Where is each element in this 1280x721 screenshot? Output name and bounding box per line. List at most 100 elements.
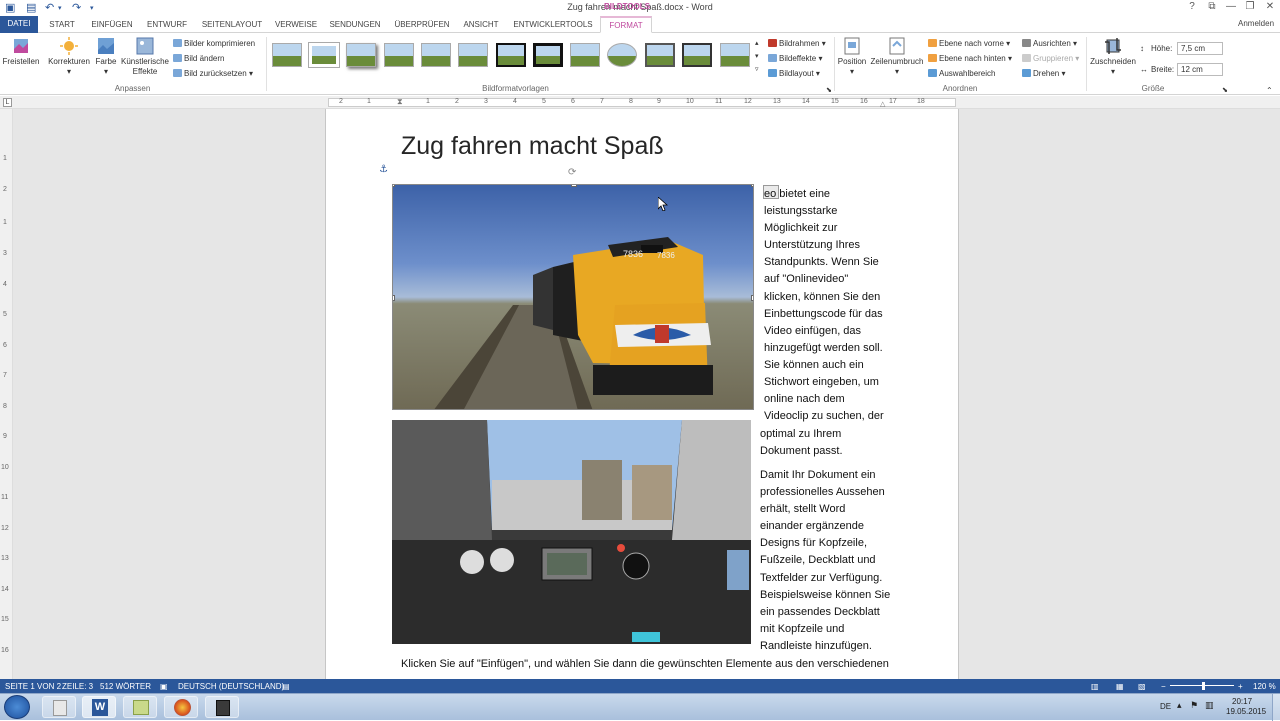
breite-input[interactable]: 12 cm bbox=[1177, 63, 1223, 76]
ebene-nach-hinten-button[interactable]: Ebene nach hinten ▾ bbox=[928, 53, 1012, 64]
picture-style-thumb[interactable] bbox=[533, 43, 563, 67]
tray-expand-icon[interactable]: ▴ bbox=[1177, 700, 1182, 711]
status-language[interactable]: DEUTSCH (DEUTSCHLAND) bbox=[178, 682, 284, 691]
print-layout-icon[interactable]: ▦ bbox=[1116, 682, 1124, 691]
bildrahmen-button[interactable]: Bildrahmen ▾ bbox=[768, 38, 826, 49]
read-mode-icon[interactable]: ▥ bbox=[1091, 682, 1099, 691]
status-line[interactable]: ZEILE: 3 bbox=[62, 682, 93, 691]
minimize-button[interactable]: — bbox=[1222, 1, 1240, 12]
picture-style-thumb[interactable] bbox=[421, 43, 451, 67]
paragraph-einfuegen[interactable]: Klicken Sie auf "Einfügen", und wählen S… bbox=[401, 656, 889, 673]
tab-entwurf[interactable]: ENTWURF bbox=[142, 18, 192, 33]
tab-ueberpruefen[interactable]: ÜBERPRÜFEN bbox=[390, 18, 454, 33]
resize-handle[interactable] bbox=[393, 185, 395, 187]
macro-record-icon[interactable]: ▤ bbox=[282, 682, 290, 691]
size-dialog-launcher-icon[interactable]: ⬊ bbox=[1222, 85, 1228, 96]
tab-format[interactable]: FORMAT bbox=[600, 16, 652, 33]
network-icon[interactable]: ▥ bbox=[1205, 700, 1214, 711]
zoom-out-icon[interactable]: − bbox=[1161, 682, 1166, 691]
show-desktop-button[interactable] bbox=[1272, 694, 1280, 721]
picture-style-thumb[interactable] bbox=[496, 43, 526, 67]
gruppieren-button[interactable]: Gruppieren ▾ bbox=[1022, 53, 1079, 64]
tab-sendungen[interactable]: SENDUNGEN bbox=[324, 18, 386, 33]
clock-date[interactable]: 19.05.2015 bbox=[1226, 707, 1266, 716]
right-indent-marker-icon[interactable]: △ bbox=[880, 100, 885, 108]
taskbar-recorder[interactable] bbox=[205, 696, 239, 718]
kuenstlerische-effekte-button[interactable]: Künstlerische Effekte bbox=[120, 37, 170, 77]
paragraph-video[interactable]: eo bietet eine leistungsstarke Möglichke… bbox=[764, 186, 884, 425]
gallery-more-icon[interactable]: ▿ bbox=[755, 64, 759, 75]
rotate-handle-icon[interactable]: ⟳ bbox=[568, 167, 576, 178]
tab-verweise[interactable]: VERWEISE bbox=[272, 18, 320, 33]
vertical-ruler[interactable]: 1 1 2 3 4 5 6 7 8 9 10 11 12 13 14 15 16 bbox=[0, 109, 13, 679]
document-workspace[interactable]: Zug fahren macht Spaß ⚓ ⟳ 7836 7836 eo b… bbox=[13, 109, 1280, 679]
collapse-ribbon-icon[interactable]: ⌃ bbox=[1266, 85, 1273, 96]
ebene-nach-vorne-button[interactable]: Ebene nach vorne ▾ bbox=[928, 38, 1010, 49]
picture-style-thumb[interactable] bbox=[570, 43, 600, 67]
taskbar-word[interactable]: W bbox=[82, 696, 116, 718]
gallery-scroll-down-icon[interactable]: ▾ bbox=[755, 51, 759, 62]
zoom-in-icon[interactable]: + bbox=[1238, 682, 1243, 691]
help-button[interactable]: ? bbox=[1183, 1, 1201, 12]
tab-selector-icon[interactable]: L bbox=[3, 98, 12, 107]
zoom-level[interactable]: 120 % bbox=[1253, 682, 1276, 691]
start-button[interactable] bbox=[4, 695, 30, 719]
picture-style-thumb[interactable] bbox=[720, 43, 750, 67]
tab-entwicklertools[interactable]: ENTWICKLERTOOLS bbox=[508, 18, 598, 33]
clock-time[interactable]: 20:17 bbox=[1232, 697, 1252, 706]
horizontal-ruler[interactable]: L 2 1 1 2 3 4 5 6 7 8 9 10 11 12 13 14 1… bbox=[0, 96, 1280, 109]
tab-seitenlayout[interactable]: SEITENLAYOUT bbox=[196, 18, 268, 33]
bildlayout-button[interactable]: Bildlayout ▾ bbox=[768, 68, 820, 79]
resize-handle[interactable] bbox=[393, 295, 395, 301]
position-button[interactable]: Position ▾ bbox=[836, 37, 868, 77]
picture-style-thumb[interactable] bbox=[384, 43, 414, 67]
locomotive-image[interactable]: 7836 7836 bbox=[392, 184, 754, 410]
bilder-komprimieren-button[interactable]: Bilder komprimieren bbox=[173, 38, 255, 49]
status-page[interactable]: SEITE 1 VON 2 bbox=[5, 682, 61, 691]
korrekturen-button[interactable]: Korrekturen ▾ bbox=[46, 37, 92, 77]
tab-ansicht[interactable]: ANSICHT bbox=[458, 18, 504, 33]
picture-style-thumb[interactable] bbox=[272, 43, 302, 67]
close-button[interactable]: ✕ bbox=[1261, 1, 1279, 12]
indent-marker-icon[interactable]: ⧗ bbox=[397, 97, 403, 107]
taskbar-explorer[interactable] bbox=[42, 696, 76, 718]
status-word-count[interactable]: 512 WÖRTER bbox=[100, 682, 151, 691]
web-layout-icon[interactable]: ▧ bbox=[1138, 682, 1146, 691]
anchor-icon[interactable]: ⚓ bbox=[379, 164, 388, 175]
picture-style-thumb[interactable] bbox=[309, 43, 339, 67]
dialog-launcher-icon[interactable]: ⬊ bbox=[826, 85, 832, 96]
ausrichten-button[interactable]: Ausrichten ▾ bbox=[1022, 38, 1077, 49]
auswahlbereich-button[interactable]: Auswahlbereich bbox=[928, 68, 995, 79]
picture-style-thumb[interactable] bbox=[607, 43, 637, 67]
gallery-scroll-up-icon[interactable]: ▴ bbox=[755, 38, 759, 49]
document-page[interactable]: Zug fahren macht Spaß ⚓ ⟳ 7836 7836 eo b… bbox=[325, 109, 959, 679]
bild-zuruecksetzen-button[interactable]: Bild zurücksetzen ▾ bbox=[173, 68, 253, 79]
paragraph-design[interactable]: Damit Ihr Dokument ein professionelles A… bbox=[760, 467, 890, 655]
tab-start[interactable]: START bbox=[42, 18, 82, 33]
input-language[interactable]: DE bbox=[1160, 702, 1171, 711]
resize-handle[interactable] bbox=[571, 185, 577, 187]
action-center-icon[interactable]: ⚑ bbox=[1190, 700, 1198, 711]
hoehe-input[interactable]: 7,5 cm bbox=[1177, 42, 1223, 55]
proofing-icon[interactable]: ▣ bbox=[160, 682, 168, 691]
sign-in-link[interactable]: Anmelden bbox=[1238, 19, 1274, 28]
zuschneiden-button[interactable]: Zuschneiden ▾ bbox=[1088, 37, 1138, 77]
picture-style-thumb[interactable] bbox=[645, 43, 675, 67]
taskbar-notes[interactable] bbox=[123, 696, 157, 718]
resize-handle[interactable] bbox=[751, 295, 753, 301]
train-cab-image[interactable] bbox=[392, 420, 751, 644]
tab-einfuegen[interactable]: EINFÜGEN bbox=[86, 18, 138, 33]
document-heading[interactable]: Zug fahren macht Spaß bbox=[401, 132, 664, 161]
taskbar-firefox[interactable] bbox=[164, 696, 198, 718]
tab-datei[interactable]: DATEI bbox=[0, 16, 38, 33]
zeilenumbruch-button[interactable]: Zeilenumbruch ▾ bbox=[868, 37, 926, 77]
picture-style-thumb[interactable] bbox=[458, 43, 488, 67]
bildeffekte-button[interactable]: Bildeffekte ▾ bbox=[768, 53, 822, 64]
restore-button[interactable]: ❐ bbox=[1241, 1, 1259, 12]
farbe-button[interactable]: Farbe ▾ bbox=[94, 37, 118, 77]
drehen-button[interactable]: Drehen ▾ bbox=[1022, 68, 1066, 79]
freistellen-button[interactable]: Freistellen bbox=[2, 37, 40, 67]
resize-handle[interactable] bbox=[751, 185, 753, 187]
bild-aendern-button[interactable]: Bild ändern bbox=[173, 53, 224, 64]
ribbon-display-options-button[interactable]: ⧉ bbox=[1203, 1, 1221, 12]
